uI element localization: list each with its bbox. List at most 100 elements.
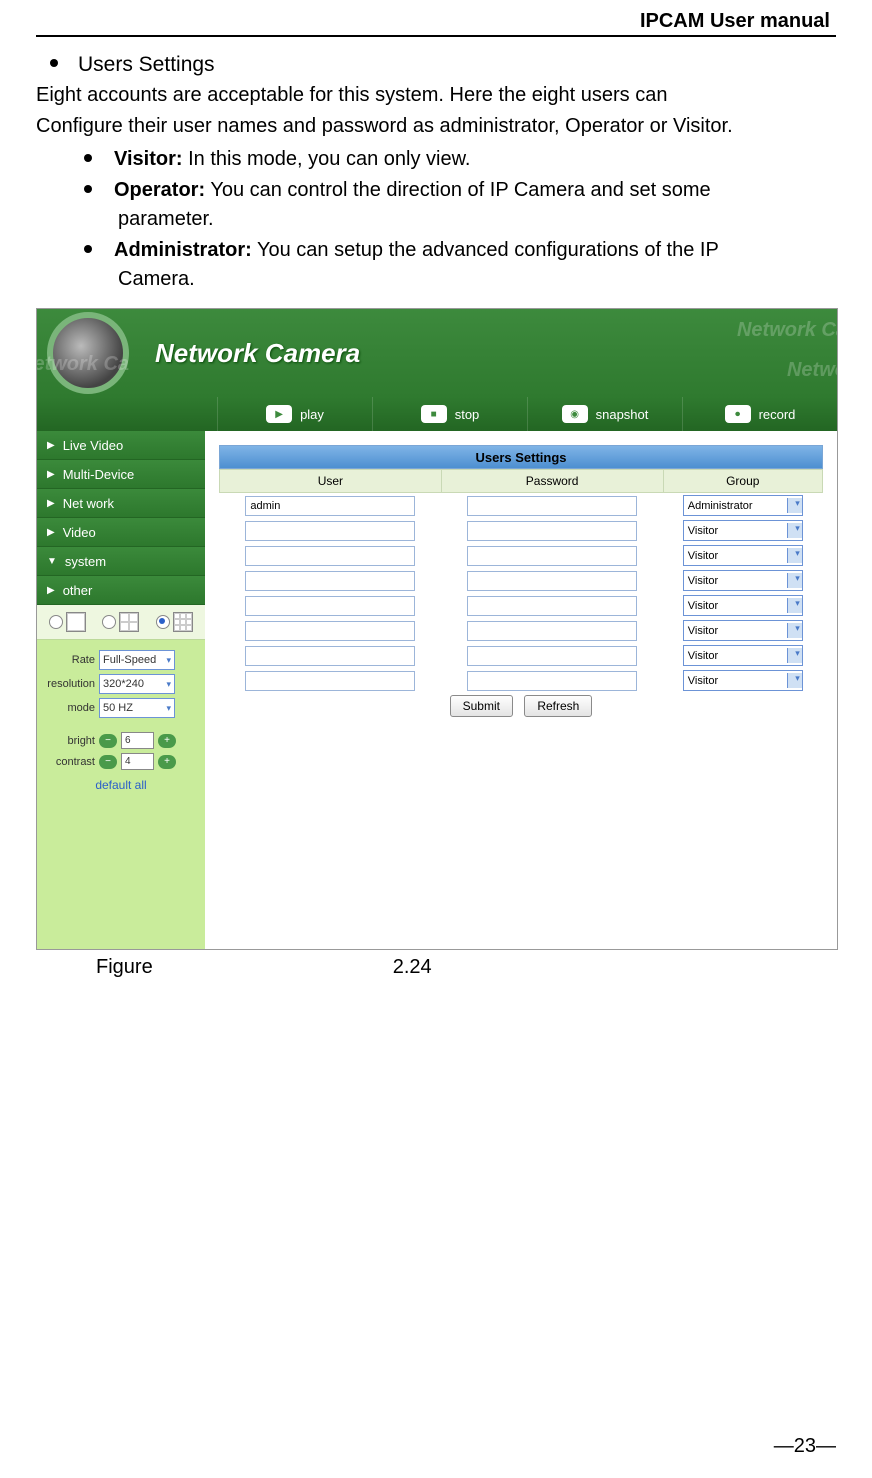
play-button[interactable]: ▶play [217,397,372,431]
password-input[interactable] [467,546,637,566]
role-name: Administrator: [114,239,252,261]
bright-minus-button[interactable]: − [99,734,117,748]
radio-icon [49,615,63,629]
role-list: Visitor: In this mode, you can only view… [36,145,836,294]
faded-brand-right2: Network Ca [787,359,838,382]
chevron-right-icon: ▶ [47,469,55,480]
bright-value[interactable]: 6 [121,732,154,749]
col-user: User [220,470,442,493]
rate-select[interactable]: Full-Speed [99,650,175,670]
role-desc-cont: Camera. [118,265,836,294]
group-select[interactable]: Visitor [683,620,803,641]
user-input[interactable] [245,596,415,616]
nav-network[interactable]: ▶ Net work [37,489,205,518]
nav-label: Video [63,525,96,540]
nav-label: Live Video [63,438,123,453]
nav-multi-device[interactable]: ▶Multi-Device [37,460,205,489]
user-input[interactable] [245,546,415,566]
group-select[interactable]: Visitor [683,595,803,616]
bullet-icon [84,154,92,162]
sidebar: ▶Live Video ▶Multi-Device ▶Net work ▶Vid… [37,431,205,949]
resolution-row: resolution 320*240 [43,674,199,694]
nav-label: Net work [63,496,114,511]
snapshot-label: snapshot [596,407,649,422]
header-rule [36,35,836,37]
contrast-minus-button[interactable]: − [99,755,117,769]
default-all-link[interactable]: default all [43,778,199,792]
doc-header: IPCAM User manual [36,10,830,33]
role-visitor: Visitor: In this mode, you can only view… [118,145,836,174]
faded-brand-right: Network Ca [737,319,838,342]
page-number: —23— [774,1435,836,1458]
password-input[interactable] [467,596,637,616]
role-name: Operator: [114,179,205,201]
record-icon: ⏺ [725,405,751,423]
password-input[interactable] [467,671,637,691]
control-panel: Rate Full-Speed resolution 320*240 mode … [37,640,205,949]
password-input[interactable] [467,571,637,591]
group-select[interactable]: Visitor [683,520,803,541]
password-input[interactable] [467,521,637,541]
figure-caption: Figure 2.24 [36,956,836,979]
stop-label: stop [455,407,480,422]
nav-video[interactable]: ▶Video [37,518,205,547]
user-input[interactable] [245,646,415,666]
nav-live-video[interactable]: ▶ Live Video [37,431,205,460]
role-desc-cont: parameter. [118,205,836,234]
brand-title: Network Camera [155,338,360,369]
mode-row: mode 50 HZ [43,698,199,718]
mode-select[interactable]: 50 HZ [99,698,175,718]
banner: Network Ca Network Camera Network Ca Net… [37,309,837,397]
play-icon: ▶ [266,405,292,423]
chevron-right-icon: ▶ [47,585,55,596]
contrast-plus-button[interactable]: + [158,755,176,769]
record-button[interactable]: ⏺record [682,397,837,431]
resolution-select[interactable]: 320*240 [99,674,175,694]
group-select[interactable]: Visitor [683,570,803,591]
toolbar: ▶play ■stop ◉snapshot ⏺record [37,397,837,431]
nav-other[interactable]: ▶ other [37,576,205,605]
password-input[interactable] [467,496,637,516]
password-input[interactable] [467,621,637,641]
chevron-right-icon: ▶ [47,498,55,509]
shot-body: ▶Live Video ▶Multi-Device ▶Net work ▶Vid… [37,431,837,949]
contrast-stepper: − 4 + [99,753,176,770]
rate-label: Rate [43,654,95,666]
user-input[interactable] [245,496,415,516]
group-select[interactable]: Visitor [683,545,803,566]
submit-button[interactable]: Submit [450,695,513,717]
role-desc: You can control the direction of IP Came… [205,179,711,201]
contrast-value[interactable]: 4 [121,753,154,770]
nav-label: system [65,554,106,569]
grid1-icon [66,612,86,632]
contrast-row: contrast − 4 + [43,753,199,770]
grid9-icon [173,612,193,632]
nav-system[interactable]: ▼system [37,547,205,576]
layout-1up[interactable] [49,612,86,632]
role-name: Visitor: [114,148,183,170]
layout-9up[interactable] [156,612,193,632]
bright-plus-button[interactable]: + [158,734,176,748]
user-input[interactable] [245,521,415,541]
user-input[interactable] [245,621,415,641]
figure-number: 2.24 [393,956,432,979]
user-input[interactable] [245,571,415,591]
figure-word: Figure [96,956,153,979]
chevron-right-icon: ▶ [47,440,55,451]
user-input[interactable] [245,671,415,691]
section-heading: Users Settings [50,53,836,77]
bullet-icon [84,185,92,193]
col-group: Group [663,470,823,493]
stop-button[interactable]: ■stop [372,397,527,431]
table-row: Visitor [220,618,823,643]
snapshot-button[interactable]: ◉snapshot [527,397,682,431]
group-select[interactable]: Administrator [683,495,803,516]
refresh-button[interactable]: Refresh [524,695,592,717]
group-select[interactable]: Visitor [683,645,803,666]
nav-label: other [63,583,93,598]
group-select[interactable]: Visitor [683,670,803,691]
faded-brand-left: Network Ca [36,353,129,376]
password-input[interactable] [467,646,637,666]
table-header-row: User Password Group [220,470,823,493]
layout-4up[interactable] [102,612,139,632]
